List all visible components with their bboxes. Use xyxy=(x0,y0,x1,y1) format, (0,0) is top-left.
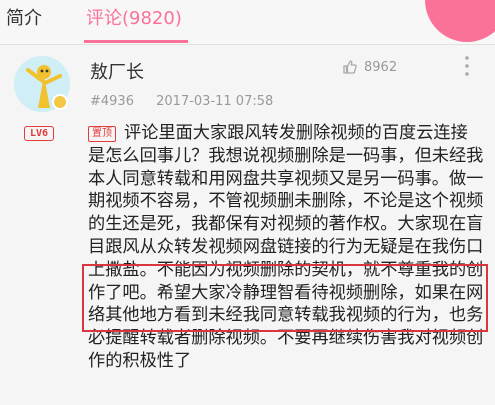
tab-active-indicator xyxy=(84,40,188,43)
comment-text: 评论里面大家跟风转发删除视频的百度云连接是怎么回事儿？我想说视频删除是一码事，但… xyxy=(88,123,484,371)
comment-datetime: 2017-03-11 07:58 xyxy=(156,94,274,109)
tab-bar: 简介 评论(9820) xyxy=(0,0,495,45)
user-level-badge: LV6 xyxy=(24,126,54,141)
more-options-button[interactable] xyxy=(452,52,482,80)
comment-body: 置顶 评论里面大家跟风转发删除视频的百度云连接是怎么回事儿？我想说视频删除是一码事… xyxy=(88,122,484,373)
like-count: 8962 xyxy=(364,59,398,75)
tab-intro[interactable]: 简介 xyxy=(6,2,42,36)
verified-badge-icon xyxy=(52,94,68,110)
tab-comments[interactable]: 评论(9820) xyxy=(86,2,182,36)
thumbs-up-icon xyxy=(343,60,357,74)
more-options-icon xyxy=(465,56,469,76)
pinned-badge: 置顶 xyxy=(88,126,116,142)
comment-meta: #4936 2017-03-11 07:58 xyxy=(90,94,291,109)
comment-username[interactable]: 敖厂长 xyxy=(90,58,144,84)
comment-floor: #4936 xyxy=(90,94,134,109)
like-button[interactable]: 8962 xyxy=(342,56,397,78)
